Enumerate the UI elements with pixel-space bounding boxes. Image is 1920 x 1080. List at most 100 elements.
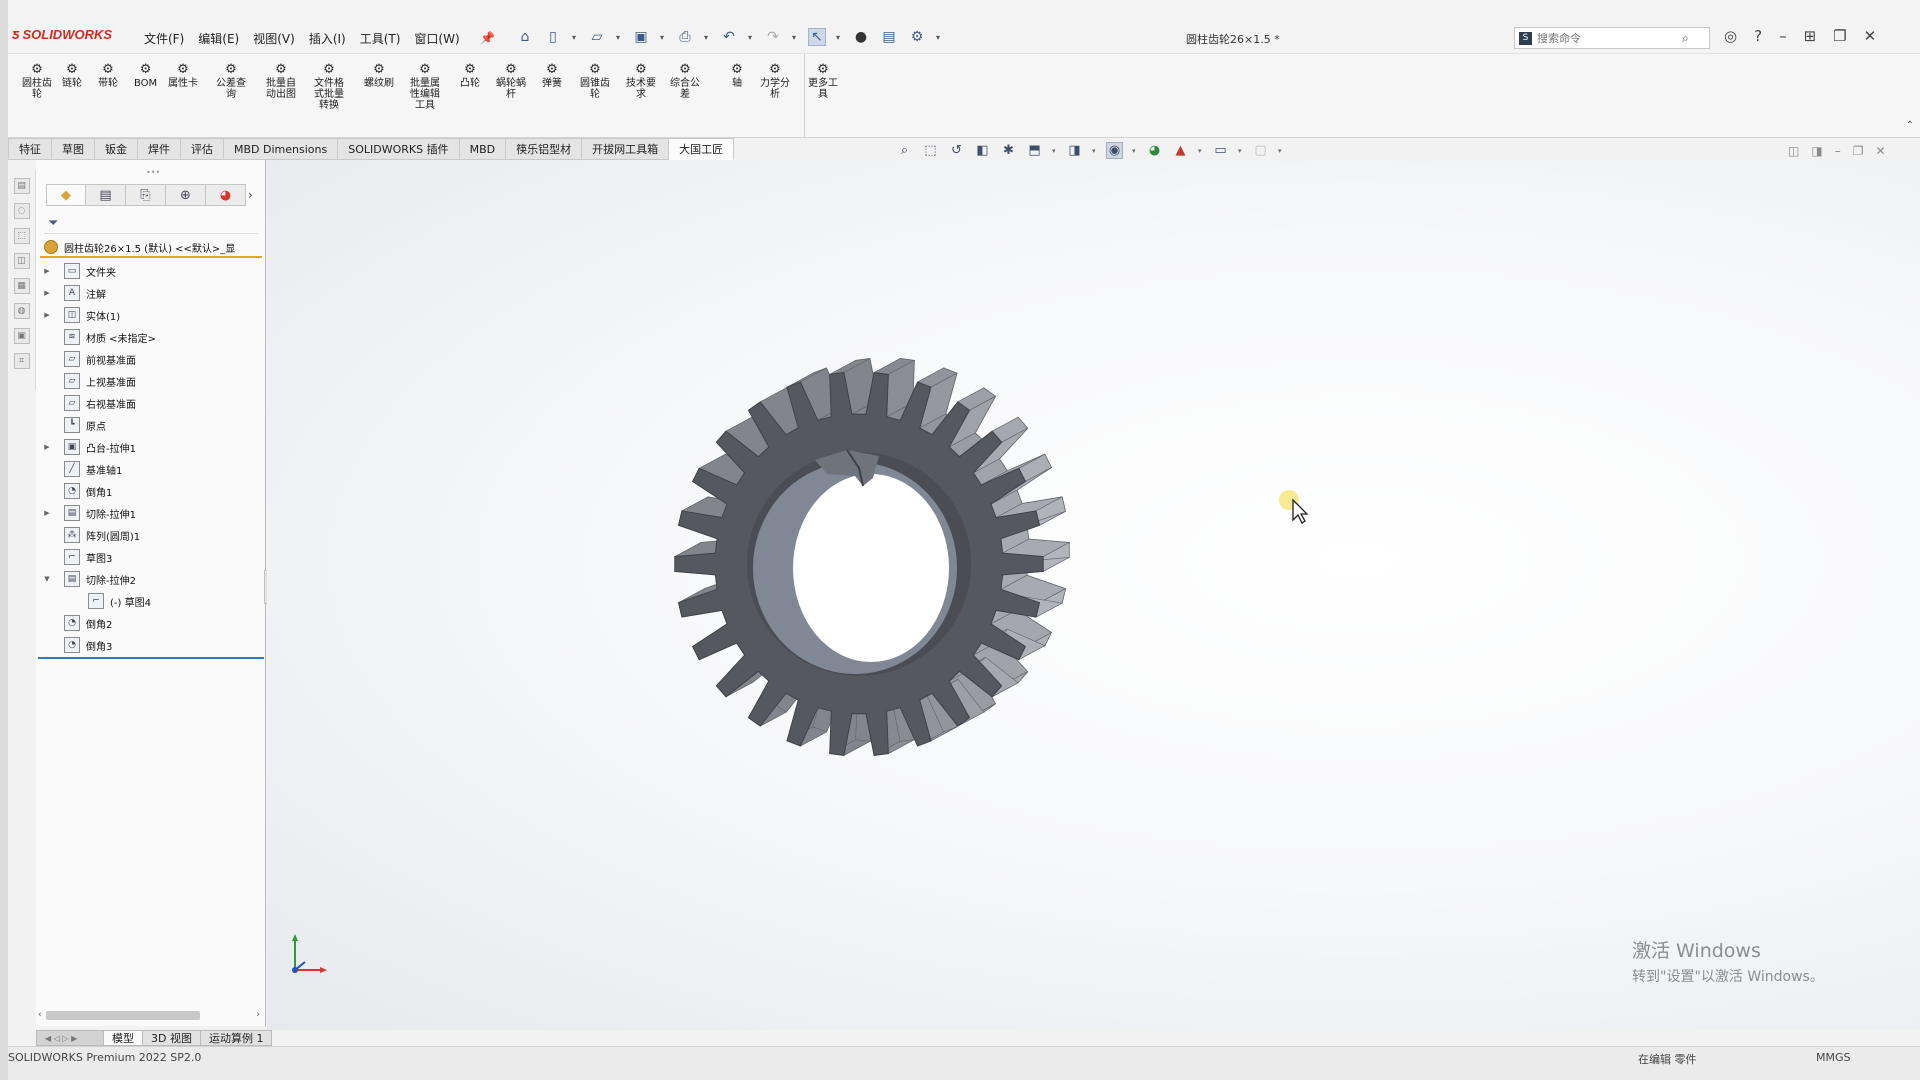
tab-3d-views[interactable]: 3D 视图 xyxy=(143,1030,201,1046)
panel-grip-icon[interactable]: ••• xyxy=(146,168,160,177)
status-units[interactable]: MMGS xyxy=(1816,1051,1851,1064)
ribbon-command[interactable]: ⚙ BOM xyxy=(134,62,157,90)
task-strip-icon[interactable]: ◫ xyxy=(13,253,30,269)
display-style-dropdown-icon[interactable]: ▾ xyxy=(1092,147,1097,155)
spur-gear-model[interactable] xyxy=(657,350,1077,770)
ribbon-command[interactable]: ⚙ 更多工 具 xyxy=(808,62,838,101)
solidworks-logo[interactable]: ƽ SOLIDWORKS xyxy=(12,26,112,43)
collapse-ribbon-icon[interactable]: ⌃ xyxy=(1906,120,1914,131)
viewport-split-icon[interactable]: ◫ xyxy=(1788,144,1799,158)
menu-tools[interactable]: 工具(T) xyxy=(360,30,401,47)
hide-show-dropdown-icon[interactable]: ▾ xyxy=(1132,147,1137,155)
task-strip-icon[interactable]: ▣ xyxy=(13,328,30,344)
task-strip-icon[interactable]: ◍ xyxy=(13,303,30,319)
redo-dropdown-icon[interactable]: ▾ xyxy=(792,33,798,42)
tree-item[interactable]: ◔ 倒角3 xyxy=(40,634,262,656)
configuration-manager-tab-icon[interactable]: ⎘ xyxy=(126,184,166,206)
tab-solidworks-addins[interactable]: SOLIDWORKS 插件 xyxy=(338,138,460,160)
edit-appearance-icon[interactable]: ◕ xyxy=(1146,142,1163,159)
new-document-icon[interactable]: ▯ xyxy=(544,28,562,46)
ribbon-command[interactable]: ⚙ 综合公 差 xyxy=(670,62,700,101)
tab-aluminum-profile[interactable]: 筷乐铝型材 xyxy=(506,138,583,160)
tree-root-part[interactable]: 圆柱齿轮26×1.5 (默认) <<默认>_显 xyxy=(40,238,262,258)
expand-arrow-icon[interactable]: ▶ xyxy=(40,311,54,319)
rollback-bar[interactable] xyxy=(38,657,264,659)
task-strip-icon[interactable]: ⌗ xyxy=(13,353,30,369)
zoom-to-area-icon[interactable]: ⬚ xyxy=(922,142,939,159)
ribbon-command[interactable]: ⚙ 弹簧 xyxy=(542,62,562,90)
help-icon[interactable]: ? xyxy=(1754,27,1762,45)
tile-windows-icon[interactable]: ⊞ xyxy=(1804,27,1817,45)
tree-filter[interactable]: ⏷ xyxy=(44,214,258,234)
home-icon[interactable]: ⌂ xyxy=(516,28,534,46)
save-icon[interactable]: ▣ xyxy=(632,28,650,46)
print-icon[interactable]: ⎙ xyxy=(676,28,694,46)
apply-scene-icon[interactable]: ▲ xyxy=(1172,142,1189,159)
search-input[interactable] xyxy=(1537,31,1677,45)
menu-view[interactable]: 视图(V) xyxy=(253,30,295,47)
display-style-icon[interactable]: ◨ xyxy=(1066,142,1083,159)
ribbon-command[interactable]: ⚙ 批量自 动出图 xyxy=(266,62,296,101)
ribbon-command[interactable]: ⚙ 轴 xyxy=(728,62,746,90)
tree-horizontal-scrollbar[interactable]: ‹ › xyxy=(38,1008,260,1022)
ribbon-command[interactable]: ⚙ 圆柱齿 轮 xyxy=(22,62,52,101)
tab-sheet-metal[interactable]: 钣金 xyxy=(95,138,138,160)
display-pane-icon[interactable]: ▢ xyxy=(1252,142,1269,159)
task-strip-icon[interactable]: ▦ xyxy=(13,278,30,294)
expand-arrow-icon[interactable]: ▶ xyxy=(40,267,54,275)
undo-dropdown-icon[interactable]: ▾ xyxy=(748,33,754,42)
tree-item[interactable]: ┗ 原点 xyxy=(40,414,262,436)
tab-evaluate[interactable]: 评估 xyxy=(181,138,224,160)
task-strip-icon[interactable]: ⬚ xyxy=(13,228,30,244)
viewport-minimize-icon[interactable]: – xyxy=(1835,144,1841,158)
tree-item[interactable]: ▶ ▭ 文件夹 xyxy=(40,260,262,282)
tree-item[interactable]: ◔ 倒角1 xyxy=(40,480,262,502)
tab-mbd[interactable]: MBD xyxy=(459,138,507,160)
print-dropdown-icon[interactable]: ▾ xyxy=(704,33,710,42)
view-orientation-icon[interactable]: ⬒ xyxy=(1026,142,1043,159)
display-pane-dropdown-icon[interactable]: ▾ xyxy=(1278,147,1283,155)
tree-item[interactable]: ◔ 倒角2 xyxy=(40,612,262,634)
ribbon-command[interactable]: ⚙ 力学分 析 xyxy=(760,62,790,101)
select-dropdown-icon[interactable]: ▾ xyxy=(836,33,842,42)
property-manager-tab-icon[interactable]: ▤ xyxy=(86,184,126,206)
view-settings-dropdown-icon[interactable]: ▾ xyxy=(1238,147,1243,155)
tree-item[interactable]: ▱ 上视基准面 xyxy=(40,370,262,392)
tree-item[interactable]: ▶ ▤ 切除-拉伸1 xyxy=(40,502,262,524)
viewport-restore-icon[interactable]: ❐ xyxy=(1853,144,1864,158)
save-dropdown-icon[interactable]: ▾ xyxy=(660,33,666,42)
scene-dropdown-icon[interactable]: ▾ xyxy=(1198,147,1203,155)
dimxpert-manager-tab-icon[interactable]: ⊕ xyxy=(166,184,206,206)
ribbon-command[interactable]: ⚙ 文件格 式批量 转换 xyxy=(314,62,344,112)
view-settings-icon[interactable]: ▭ xyxy=(1212,142,1229,159)
search-commands[interactable]: S ⌕ xyxy=(1514,27,1710,49)
dynamic-annotation-icon[interactable]: ✱ xyxy=(1000,142,1017,159)
tab-motion-study[interactable]: 运动算例 1 xyxy=(200,1030,273,1046)
scroll-left-icon[interactable]: ‹ xyxy=(38,1010,42,1020)
options-dropdown-icon[interactable]: ▾ xyxy=(936,33,942,42)
tab-model[interactable]: 模型 xyxy=(104,1030,143,1046)
scroll-right-icon[interactable]: › xyxy=(256,1010,260,1020)
ribbon-command[interactable]: ⚙ 螺纹刷 xyxy=(364,62,394,90)
options-gear-icon[interactable]: ⚙ xyxy=(908,28,926,46)
menu-window[interactable]: 窗口(W) xyxy=(414,30,459,47)
zoom-to-fit-icon[interactable]: ⌕ xyxy=(896,142,913,159)
ribbon-command[interactable]: ⚙ 带轮 xyxy=(98,62,118,90)
tree-item[interactable]: ▶ A 注解 xyxy=(40,282,262,304)
bottom-tab-navigation[interactable]: ◀ ◁ ▷ ▶ xyxy=(36,1030,104,1046)
tree-item[interactable]: ≋ 材质 <未指定> xyxy=(40,326,262,348)
hide-show-items-icon[interactable]: ◉ xyxy=(1106,142,1123,159)
ribbon-command[interactable]: ⚙ 蜗轮蜗 杆 xyxy=(496,62,526,101)
search-source-icon[interactable]: S xyxy=(1519,31,1532,45)
tree-item[interactable]: ⁂ 阵列(圆周)1 xyxy=(40,524,262,546)
search-icon[interactable]: ⌕ xyxy=(1682,31,1689,46)
file-properties-icon[interactable]: ▤ xyxy=(880,28,898,46)
pin-menu-icon[interactable]: 📌 xyxy=(480,31,495,45)
tab-weldments[interactable]: 焊件 xyxy=(138,138,181,160)
menu-edit[interactable]: 编辑(E) xyxy=(198,30,239,47)
ribbon-command[interactable]: ⚙ 批量属 性编辑 工具 xyxy=(410,62,440,112)
tab-features[interactable]: 特征 xyxy=(8,138,52,160)
scroll-thumb[interactable] xyxy=(45,1010,200,1020)
menu-file[interactable]: 文件(F) xyxy=(144,30,184,47)
open-dropdown-icon[interactable]: ▾ xyxy=(616,33,622,42)
